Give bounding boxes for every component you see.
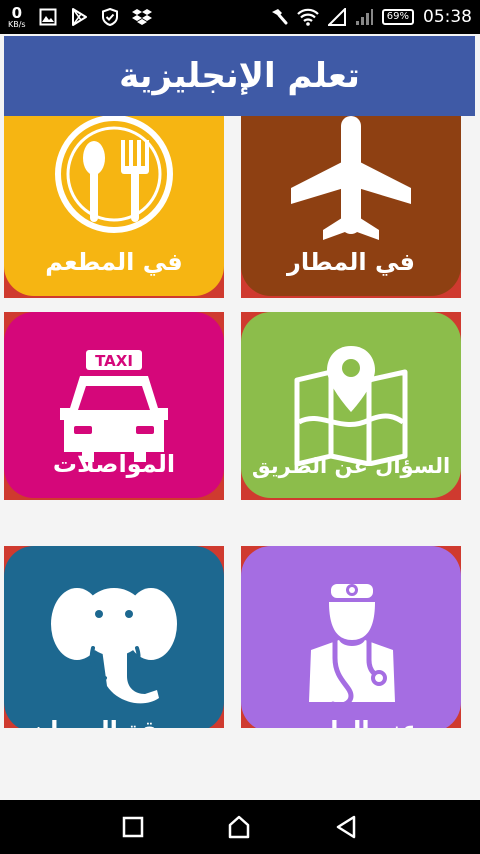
category-tile-doctor[interactable]: عند الطبيب bbox=[241, 546, 461, 728]
app-bar: تعلم الإنجليزية bbox=[4, 36, 475, 116]
network-speed-value: 0 bbox=[11, 3, 23, 22]
clock: 05:38 bbox=[423, 7, 472, 27]
tile-body: TAXI المواصلات bbox=[4, 312, 224, 498]
signal-icon bbox=[327, 8, 346, 26]
navigation-bar bbox=[0, 800, 480, 854]
status-bar: 0 KB/s 69% 05:38 bbox=[0, 0, 480, 34]
category-label: المواصلات bbox=[52, 450, 176, 478]
tile-body: في المطعم bbox=[4, 116, 224, 296]
tile-body: السؤال عن الطريق bbox=[241, 312, 461, 498]
tile-body: حديقة الحيوان bbox=[4, 546, 224, 728]
category-tile-zoo[interactable]: حديقة الحيوان bbox=[4, 546, 224, 728]
status-right: 69% 05:38 bbox=[270, 7, 472, 27]
shield-icon bbox=[101, 8, 119, 26]
tile-body: في المطار bbox=[241, 116, 461, 296]
wifi-icon bbox=[296, 8, 319, 26]
category-grid: في المطار في المطعم السؤال عن الطريق TAX… bbox=[0, 116, 480, 728]
category-tile-restaurant[interactable]: في المطعم bbox=[4, 116, 224, 298]
tile-body: عند الطبيب bbox=[241, 546, 461, 728]
dropbox-icon bbox=[131, 8, 152, 26]
battery-indicator: 69% bbox=[381, 9, 414, 25]
hammer-icon bbox=[270, 8, 288, 26]
home-icon[interactable] bbox=[227, 815, 251, 839]
restaurant-icon bbox=[4, 116, 224, 236]
back-icon[interactable] bbox=[334, 815, 358, 839]
category-label: في المطعم bbox=[45, 248, 183, 276]
category-label: السؤال عن الطريق bbox=[251, 454, 451, 478]
signal-empty-icon bbox=[355, 8, 373, 26]
network-speed-unit: KB/s bbox=[8, 19, 26, 29]
screen: 0 KB/s 69% 05:38 تعلم الإنجليزية في المط… bbox=[0, 0, 480, 854]
status-left: 0 KB/s bbox=[8, 3, 152, 29]
category-tile-airport[interactable]: في المطار bbox=[241, 116, 461, 298]
category-label: في المطار bbox=[287, 248, 415, 276]
map-pin-icon bbox=[241, 346, 461, 466]
play-store-icon bbox=[70, 8, 88, 26]
network-speed: 0 KB/s bbox=[8, 3, 26, 29]
category-tile-directions[interactable]: السؤال عن الطريق bbox=[241, 312, 461, 500]
recent-apps-icon[interactable] bbox=[122, 816, 144, 838]
taxi-badge-text: TAXI bbox=[95, 352, 133, 370]
doctor-icon bbox=[241, 578, 461, 708]
app-title: تعلم الإنجليزية bbox=[119, 56, 360, 96]
image-icon bbox=[39, 8, 57, 26]
category-tile-transport[interactable]: TAXI المواصلات bbox=[4, 312, 224, 500]
elephant-icon bbox=[4, 586, 224, 706]
category-label: حديقة الحيوان bbox=[4, 716, 224, 728]
category-label: عند الطبيب bbox=[241, 716, 461, 728]
airplane-icon bbox=[241, 116, 461, 246]
